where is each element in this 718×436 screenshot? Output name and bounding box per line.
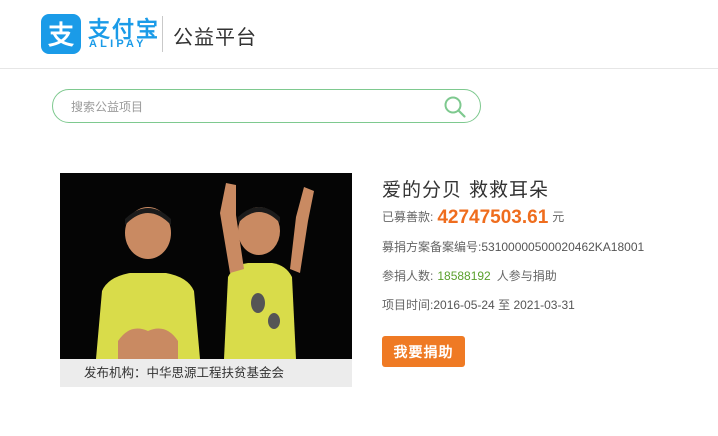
site-header: 支 支付宝 ALIPAY 公益平台 bbox=[0, 0, 718, 69]
alipay-logo-icon[interactable]: 支 bbox=[41, 14, 81, 54]
project-image[interactable] bbox=[60, 173, 352, 359]
date-separator: 至 bbox=[498, 298, 511, 312]
record-row: 募捐方案备案编号:53100000500020462KA18001 bbox=[382, 238, 644, 255]
raised-row: 已募善款: 42747503.61 元 bbox=[382, 207, 564, 229]
raised-unit: 元 bbox=[552, 210, 565, 224]
record-number: 53100000500020462KA18001 bbox=[481, 240, 645, 254]
donors-row: 参捐人数: 18588192 人参与捐助 bbox=[382, 267, 557, 284]
project-title[interactable]: 爱的分贝 救救耳朵 bbox=[382, 175, 549, 202]
end-date: 2021-03-31 bbox=[513, 298, 575, 312]
platform-title[interactable]: 公益平台 bbox=[173, 21, 257, 50]
search-input[interactable] bbox=[69, 90, 433, 124]
record-label: 募捐方案备案编号: bbox=[382, 240, 482, 254]
donors-count: 18588192 bbox=[437, 269, 491, 283]
publisher-text: 发布机构：中华思源工程扶贫基金会 bbox=[84, 366, 285, 380]
period-row: 项目时间:2016-05-24 至 2021-03-31 bbox=[382, 296, 575, 313]
svg-text:支: 支 bbox=[48, 21, 74, 51]
donors-label: 参捐人数: bbox=[382, 269, 434, 283]
period-label: 项目时间: bbox=[382, 298, 434, 312]
publisher-bar: 发布机构：中华思源工程扶贫基金会 bbox=[60, 359, 352, 387]
brand-name-en: ALIPAY bbox=[89, 38, 147, 50]
search-bar bbox=[52, 89, 481, 124]
donors-suffix: 人参与捐助 bbox=[496, 269, 557, 283]
raised-label: 已募善款: bbox=[382, 210, 434, 224]
brand-divider bbox=[162, 16, 163, 52]
donate-button[interactable]: 我要捐助 bbox=[382, 336, 465, 367]
start-date: 2016-05-24 bbox=[433, 298, 495, 312]
search-icon[interactable] bbox=[443, 95, 467, 119]
raised-amount: 42747503.61 bbox=[437, 207, 549, 228]
